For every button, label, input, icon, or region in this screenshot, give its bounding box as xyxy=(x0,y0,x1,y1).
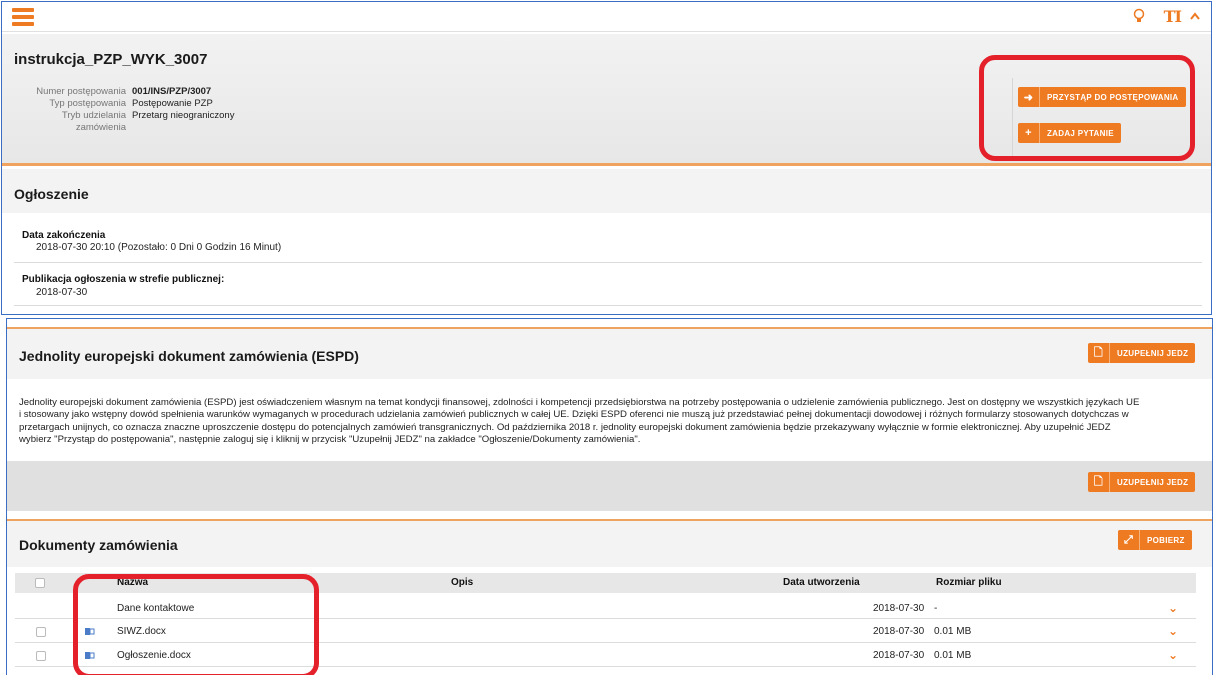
chevron-down-icon[interactable]: ⌄ xyxy=(1168,624,1178,638)
documents-header xyxy=(7,521,1212,567)
espd-title: Jednolity europejski dokument zamówienia… xyxy=(19,348,359,364)
procedure-details: Numer postępowania 001/INS/PZP/3007 Typ p… xyxy=(2,86,322,134)
column-header-size[interactable]: Rozmiar pliku xyxy=(936,577,1002,588)
field-label: Numer postępowania xyxy=(36,86,126,97)
fill-jedz-button[interactable]: 🗋 UZUPEŁNIJ JEDZ xyxy=(1088,343,1196,363)
document-date: 2018-07-30 xyxy=(873,626,925,637)
page-title: instrukcja_PZP_WYK_3007 xyxy=(14,51,208,68)
documents-title: Dokumenty zamówienia xyxy=(19,537,178,553)
paragraph-line: i stosowany jako wstępny dowód spełnieni… xyxy=(19,409,1129,421)
divider xyxy=(14,305,1202,306)
announcement-title: Ogłoszenie xyxy=(14,186,89,202)
row-checkbox[interactable] xyxy=(36,627,46,637)
row-checkbox[interactable] xyxy=(36,651,46,661)
chevron-down-icon[interactable]: ⌄ xyxy=(1168,601,1178,615)
procedure-panel: TI instrukcja_PZP_WYK_3007 Numer postępo… xyxy=(1,1,1212,315)
text-size-button[interactable]: TI xyxy=(1164,7,1182,26)
lightbulb-icon[interactable] xyxy=(1133,8,1145,28)
field-value: Postępowanie PZP xyxy=(132,98,213,109)
field-label: Tryb udzielania xyxy=(61,110,126,121)
select-all-checkbox[interactable] xyxy=(35,578,45,588)
top-bar: TI xyxy=(2,2,1211,32)
highlight-box xyxy=(73,574,319,675)
field-value: 001/INS/PZP/3007 xyxy=(132,86,212,97)
chevron-up-icon[interactable] xyxy=(1189,7,1201,26)
document-date: 2018-07-30 xyxy=(873,650,925,661)
field-value: Przetarg nieograniczony xyxy=(132,110,235,121)
expand-arrows-icon: ⤢ xyxy=(1118,530,1140,550)
column-header-date[interactable]: Data utworzenia xyxy=(783,577,860,588)
document-size: 0.01 MB xyxy=(934,650,972,661)
document-icon: 🗋 xyxy=(1088,343,1110,363)
fill-jedz-button-bottom[interactable]: 🗋 UZUPEŁNIJ JEDZ xyxy=(1088,472,1196,492)
espd-documents-panel: Jednolity europejski dokument zamówienia… xyxy=(6,318,1213,675)
hamburger-icon[interactable] xyxy=(12,8,34,26)
field-label: zamówienia xyxy=(75,122,126,133)
document-date: 2018-07-30 xyxy=(873,603,925,614)
paragraph-line: przetargach unijnych, co oznacza znaczne… xyxy=(19,421,1111,433)
end-date-value: 2018-07-30 20:10 (Pozostało: 0 Dni 0 God… xyxy=(36,242,282,253)
chevron-down-icon[interactable]: ⌄ xyxy=(1168,648,1178,662)
highlight-box xyxy=(979,55,1195,161)
document-size: 0.01 MB xyxy=(934,626,972,637)
espd-description: Jednolity europejski dokument zamówienia… xyxy=(19,397,1194,447)
publication-value: 2018-07-30 xyxy=(36,287,88,298)
publication-label: Publikacja ogłoszenia w strefie publiczn… xyxy=(22,274,225,285)
document-size: - xyxy=(934,603,938,614)
column-header-description[interactable]: Opis xyxy=(451,577,473,588)
download-button[interactable]: ⤢ POBIERZ xyxy=(1118,530,1192,550)
document-icon: 🗋 xyxy=(1088,472,1110,492)
paragraph-line: Jednolity europejski dokument zamówienia… xyxy=(19,397,1140,408)
end-date-label: Data zakończenia xyxy=(22,230,106,241)
espd-footer xyxy=(7,461,1212,511)
paragraph-line: wybierz "Przystąp do postępowania", nast… xyxy=(19,434,641,446)
field-label: Typ postępowania xyxy=(49,98,126,109)
divider xyxy=(14,262,1202,263)
